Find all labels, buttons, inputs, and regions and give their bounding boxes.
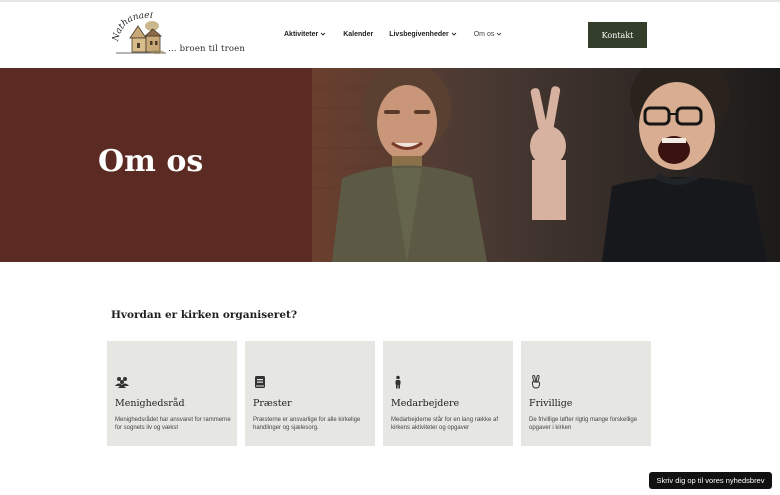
nav-item-aktiviteter[interactable]: Aktiviteter	[284, 30, 327, 38]
chevron-down-icon	[320, 32, 326, 36]
page-title: Om os	[98, 144, 204, 179]
card-text: Menighedsrådet har ansvaret for rammerne…	[115, 417, 231, 431]
people-photo-image	[312, 68, 780, 262]
chevron-down-icon	[451, 32, 457, 36]
peace-hand-icon	[531, 375, 541, 389]
logo[interactable]: Nathanaels ... broen til troen	[112, 12, 245, 60]
card-menighedsraad[interactable]: Menighedsråd Menighedsrådet har ansvaret…	[107, 341, 237, 446]
card-text: De frivillige løfter rigtig mange forske…	[529, 417, 638, 431]
hero-banner: Om os	[0, 68, 780, 262]
nav-item-livsbegivenheder[interactable]: Livsbegivenheder	[389, 30, 458, 38]
card-title: Frivillige	[529, 398, 573, 409]
logo-tagline: ... broen til troen	[168, 44, 246, 54]
nav-item-om-os[interactable]: Om os	[474, 30, 504, 38]
hero-photo	[312, 68, 780, 262]
card-text: Præsterne er ansvarlige for alle kirkeli…	[253, 417, 361, 431]
person-icon	[395, 375, 401, 389]
contact-button[interactable]: Kontakt	[588, 22, 647, 48]
nav-label: Om os	[473, 30, 495, 38]
nav-label: Aktiviteter	[284, 30, 319, 38]
card-praester[interactable]: Præster Præsterne er ansvarlige for alle…	[245, 341, 375, 446]
nav-label: Livsbegivenheder	[389, 30, 449, 38]
nav-label: Kalender	[343, 30, 374, 38]
section-title: Hvordan er kirken organiseret?	[111, 309, 298, 321]
group-icon	[115, 377, 129, 388]
chevron-down-icon	[497, 32, 502, 36]
nav-item-kalender[interactable]: Kalender	[343, 31, 373, 38]
main-nav: Aktiviteter Kalender Livsbegivenheder Om…	[284, 30, 519, 38]
org-cards: Menighedsråd Menighedsrådet har ansvaret…	[107, 341, 659, 446]
hero-panel: Om os	[0, 68, 312, 262]
card-title: Præster	[253, 398, 292, 409]
site-header: Nathanaels ... broen til troen Aktivitet…	[0, 2, 780, 68]
card-medarbejdere[interactable]: Medarbejdere Medarbejderne står for en l…	[383, 341, 513, 446]
book-icon	[255, 376, 265, 388]
card-title: Menighedsråd	[115, 398, 185, 409]
card-text: Medarbejderne står for en lang række af …	[391, 417, 499, 431]
card-frivillige[interactable]: Frivillige De frivillige løfter rigtig m…	[521, 341, 651, 446]
card-title: Medarbejdere	[391, 398, 460, 409]
newsletter-signup-button[interactable]: Skriv dig op til vores nyhedsbrev	[649, 472, 772, 489]
